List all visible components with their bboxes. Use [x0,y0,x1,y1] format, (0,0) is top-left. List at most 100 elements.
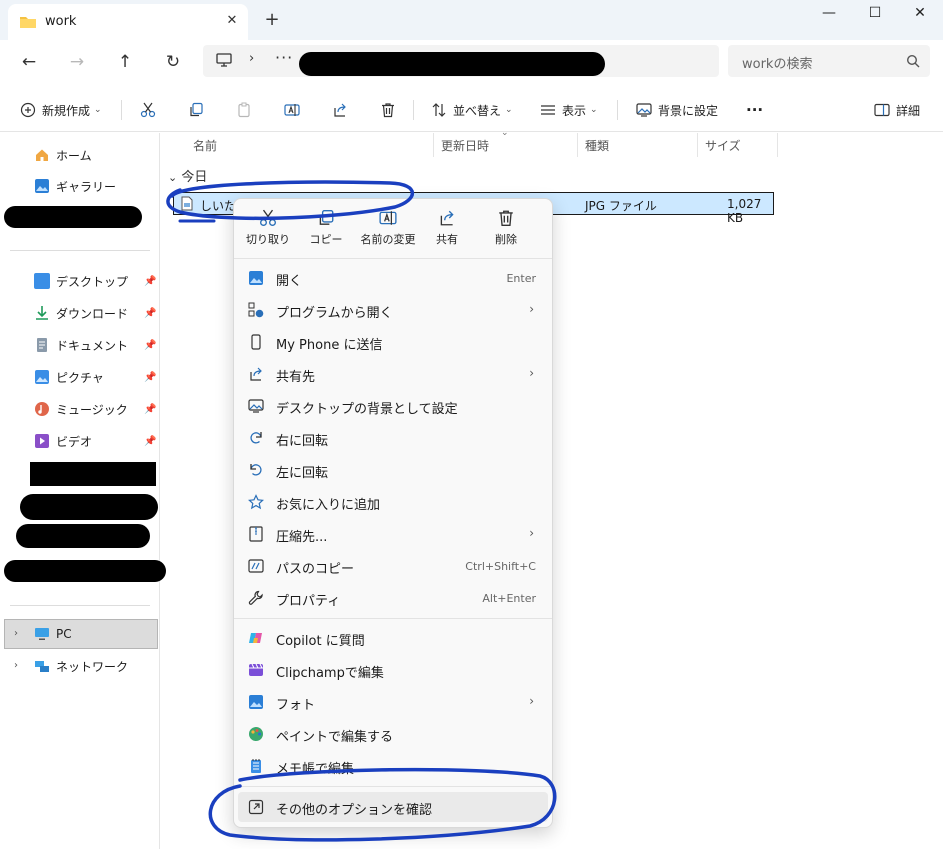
sidebar-item-pc[interactable] [4,619,158,649]
menu-item-copilot[interactable]: Copilot に質問 [238,623,548,653]
menu-item-label: お気に入りに追加 [276,498,381,513]
menu-item-label: Clipchampで編集 [276,666,384,681]
phone-icon [251,334,261,350]
menu-item-rotate-right[interactable]: 右に回転 [238,423,548,453]
divider [10,250,150,251]
rename-button[interactable] [284,98,300,122]
column-header-modified[interactable]: 更新日時 [441,137,489,154]
menu-item-copy-path[interactable]: パスのコピー Ctrl+Shift+C [238,551,548,581]
sidebar-item-pictures[interactable]: ピクチャ [34,365,104,389]
menu-item-open-with[interactable]: プログラムから開く › [238,295,548,325]
tab-work[interactable]: work ✕ [8,4,248,40]
more-label: ··· [746,101,764,119]
sidebar-item-downloads[interactable]: ダウンロード [34,301,128,325]
menu-item-notepad[interactable]: メモ帳で編集 [238,751,548,781]
sidebar-item-documents[interactable]: ドキュメント [34,333,128,357]
menu-item-label: その他のオプションを確認 [276,803,433,818]
tab-title: work [45,14,77,29]
share-button[interactable] [332,98,348,122]
view-button[interactable]: 表示 ⌄ [540,98,598,122]
pin-icon[interactable]: 📌 [144,372,156,383]
back-button[interactable]: ← [17,50,41,74]
sidebar-item-desktop[interactable]: デスクトップ [34,269,128,293]
column-header-size[interactable]: サイズ [705,137,741,154]
pin-icon[interactable]: 📌 [144,404,156,415]
chevron-right-icon[interactable]: › [14,628,18,639]
menu-item-open[interactable]: 開く Enter [238,263,548,293]
menu-item-show-more-options[interactable]: その他のオプションを確認 [238,792,548,822]
cut-button[interactable] [140,98,156,122]
menu-item-share-to[interactable]: 共有先 › [238,359,548,389]
chevron-down-icon: ⌄ [94,105,102,115]
maximize-button[interactable]: ☐ [852,0,898,28]
details-button[interactable]: 詳細 [874,98,920,122]
chevron-down-icon: ⌄ [505,105,513,115]
path-overflow-button[interactable]: ··· [275,48,293,67]
menu-item-paint[interactable]: ペイントで編集する [238,719,548,749]
context-menu: 切り取り コピー 名前の変更 共有 削除 開く Enter プログラムから開く … [233,198,553,828]
cut-action[interactable]: 切り取り [240,209,296,253]
sidebar-item-music[interactable]: ミュージック [34,397,128,421]
menu-item-label: プロパティ [276,594,341,609]
share-action[interactable]: 共有 [419,209,475,253]
new-button[interactable]: 新規作成 ⌄ [20,98,102,122]
menu-item-clipchamp[interactable]: Clipchampで編集 [238,655,548,685]
trash-icon [499,210,513,226]
column-header-type[interactable]: 種類 [585,137,609,154]
search-input[interactable]: workの検索 [728,45,930,77]
sidebar-item-label: ビデオ [56,434,93,449]
menu-item-set-desktop-background[interactable]: デスクトップの背景として設定 [238,391,548,421]
rename-action[interactable]: 名前の変更 [358,209,418,253]
scissors-icon [140,102,156,118]
pin-icon[interactable]: 📌 [144,276,156,287]
copy-icon [319,210,334,225]
menu-item-compress-to[interactable]: 圧縮先... › [238,519,548,549]
address-bar[interactable]: › ··· [203,45,719,77]
sidebar-item-home[interactable]: ホーム [34,143,92,167]
column-header-name[interactable]: 名前 [193,137,217,154]
chevron-right-icon[interactable]: › [249,51,254,66]
pin-icon[interactable]: 📌 [144,436,156,447]
close-window-button[interactable]: ✕ [897,0,943,28]
minimize-button[interactable]: — [806,0,852,28]
pin-icon[interactable]: 📌 [144,308,156,319]
sidebar-item-videos[interactable]: ビデオ [34,429,92,453]
details-pane-icon [874,103,890,117]
new-tab-button[interactable]: + [262,10,282,30]
divider [234,786,552,787]
forward-button[interactable]: → [65,50,89,74]
cut-label: 切り取り [246,233,290,246]
menu-item-label: プログラムから開く [276,306,393,321]
menu-item-photos[interactable]: フォト › [238,687,548,717]
view-list-icon [541,105,555,115]
menu-item-send-to-phone[interactable]: My Phone に送信 [238,327,548,357]
menu-item-rotate-left[interactable]: 左に回転 [238,455,548,485]
sort-button[interactable]: 並べ替え ⌄ [431,98,513,122]
menu-item-properties[interactable]: プロパティ Alt+Enter [238,583,548,613]
menu-item-label: 圧縮先... [276,530,328,545]
share-icon [250,367,262,381]
share-icon [334,103,346,117]
menu-item-label: 左に回転 [276,466,329,481]
group-header-today[interactable]: ⌄ 今日 [168,166,207,185]
sidebar-item-network[interactable]: ネットワーク [34,654,128,678]
delete-button[interactable] [380,98,396,122]
delete-action[interactable]: 削除 [478,209,534,253]
copy-action[interactable]: コピー [298,209,354,253]
copy-button[interactable] [188,98,204,122]
up-button[interactable]: ↑ [113,50,137,74]
pin-icon[interactable]: 📌 [144,340,156,351]
set-background-button[interactable]: 背景に設定 [636,98,718,122]
rotate-right-icon [250,432,262,444]
chevron-right-icon[interactable]: › [14,660,18,671]
computer-icon [35,628,49,640]
paste-button[interactable] [236,98,252,122]
tab-close-button[interactable]: ✕ [222,11,242,31]
wallpaper-icon [636,103,652,117]
file-type: JPG ファイル [585,199,657,213]
refresh-button[interactable]: ↻ [161,50,185,74]
more-button[interactable]: ··· [746,98,763,122]
menu-item-add-favorites[interactable]: お気に入りに追加 [238,487,548,517]
sidebar-item-gallery[interactable]: ギャラリー [34,174,116,198]
redacted-item [4,206,142,228]
